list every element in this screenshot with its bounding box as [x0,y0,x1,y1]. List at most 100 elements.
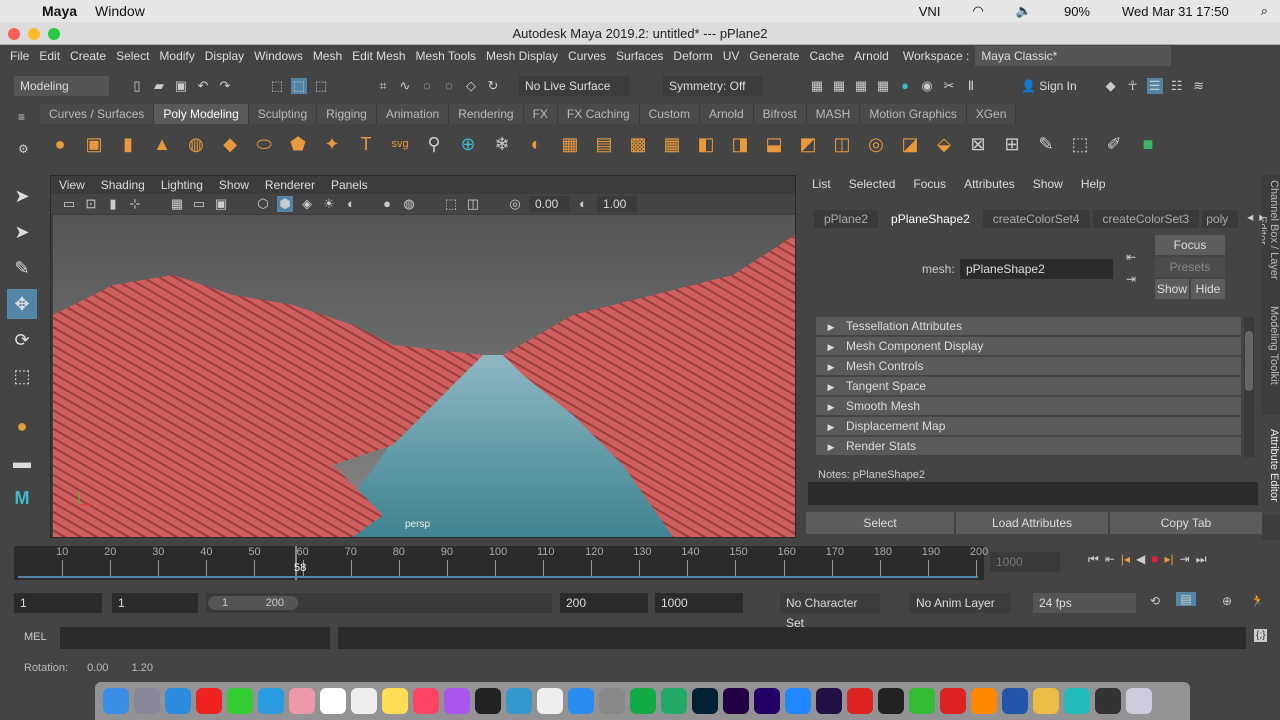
shelf-tab-fx-caching[interactable]: FX Caching [557,104,640,124]
viewport-menu-view[interactable]: View [59,178,85,192]
reminders-icon[interactable] [351,688,377,714]
menu-file[interactable]: File [10,49,29,63]
shelf-tab-xgen[interactable]: XGen [966,104,1017,124]
arnold-ipr-icon[interactable]: ✂ [941,78,957,94]
poly-sphere-icon[interactable]: ● [46,130,74,158]
3d-viewport[interactable]: persp [53,215,795,537]
anim-prefs-icon[interactable]: ⊕ [1222,594,1232,608]
safari-icon[interactable] [165,688,191,714]
camera-select-icon[interactable]: ▭ [61,196,77,212]
hypershade-icon[interactable]: ● [897,78,913,94]
render-view-icon[interactable]: ▦ [809,78,825,94]
word-icon[interactable] [1002,688,1028,714]
exposure-field[interactable]: 0.00 [529,196,569,212]
render-settings-icon[interactable]: ▦ [875,78,891,94]
minimize-button[interactable] [28,28,40,40]
shelf-tab-sculpting[interactable]: Sculpting [248,104,318,124]
workspace-dropdown[interactable]: Maya Classic* [975,46,1172,66]
viewport-menu-lighting[interactable]: Lighting [161,178,203,192]
skype-icon[interactable] [258,688,284,714]
ae-tab-pplaneshape2[interactable]: pPlaneShape2 [881,210,980,228]
save-scene-icon[interactable]: ▣ [173,78,189,94]
photoshop-icon[interactable] [692,688,718,714]
shelf-tab-animation[interactable]: Animation [376,104,450,124]
screen-icon[interactable] [1095,688,1121,714]
ae-tab-createcolorset3[interactable]: createColorSet3 [1092,210,1200,228]
viewport-menu-panels[interactable]: Panels [331,178,368,192]
wireframe-icon[interactable]: ⬡ [255,196,271,212]
last-tool-icon[interactable]: ● [7,411,37,441]
poly-disc-icon[interactable]: ⬭ [250,130,278,158]
load-attributes-button[interactable]: Load Attributes [956,512,1108,534]
smooth-shade-icon[interactable]: ⬢ [277,196,293,212]
fill-hole-icon[interactable]: ◫ [828,130,856,158]
layout-icon[interactable]: ▬ [7,447,37,477]
shelf-tab-rendering[interactable]: Rendering [449,104,524,124]
poly-cube-icon[interactable]: ▣ [80,130,108,158]
acrobat-icon[interactable] [847,688,873,714]
channel-box-icon[interactable]: ≋ [1191,78,1207,94]
section-displacement-map[interactable]: ▶ Displacement Map [816,417,1241,435]
snowflake-icon[interactable]: ❄ [488,130,516,158]
new-scene-icon[interactable]: ▯ [129,78,145,94]
pdf-icon[interactable] [940,688,966,714]
bookmark-icon[interactable]: ▮ [105,196,121,212]
poly-cone-icon[interactable]: ▲ [148,130,176,158]
chrome-icon[interactable] [1033,688,1059,714]
notes-icon[interactable] [382,688,408,714]
menu-edit-mesh[interactable]: Edit Mesh [352,49,405,63]
snap-surface-icon[interactable]: ◇ [463,78,479,94]
wifi-icon[interactable]: ◠ [972,3,983,19]
poly-torus-icon[interactable]: ◍ [182,130,210,158]
ambient-occlusion-icon[interactable]: ● [379,196,395,212]
side-tab-modeling-toolkit[interactable]: Modeling Toolkit [1262,295,1280,395]
human-ik-icon[interactable]: ☥ [1125,78,1141,94]
shadows-icon[interactable]: ◐ [343,196,359,212]
ae-menu-help[interactable]: Help [1081,177,1106,191]
loop-icon[interactable]: ⟲ [1150,594,1160,608]
tool-settings-icon[interactable]: ☷ [1169,78,1185,94]
edge-loop-icon[interactable]: ⊞ [998,130,1026,158]
ae-scrollbar[interactable] [1244,317,1254,457]
camera-attributes-icon[interactable]: ⊡ [83,196,99,212]
ae-tab-createcolorset4[interactable]: createColorSet4 [982,210,1090,228]
current-time-field[interactable]: 1000 [990,552,1060,572]
shelf-tab-bifrost[interactable]: Bifrost [753,104,807,124]
viewport-menu-show[interactable]: Show [219,178,249,192]
section-smooth-mesh[interactable]: ▶ Smooth Mesh [816,397,1241,415]
combine-icon[interactable]: ◐ [522,130,550,158]
super-shape-icon[interactable]: ✦ [318,130,346,158]
input-source[interactable]: VNI [919,4,941,19]
step-back-key-icon[interactable]: ⇤ [1105,552,1115,567]
shelf-tab-rigging[interactable]: Rigging [317,104,377,124]
after-effects-icon[interactable] [723,688,749,714]
end-time-field[interactable]: 1000 [655,593,743,613]
ae-tab-pplane2[interactable]: pPlane2 [814,210,879,228]
script-editor-icon[interactable]: {;} [1254,629,1268,642]
platonic-solid-icon[interactable]: ⬟ [284,130,312,158]
finder-icon[interactable] [103,688,129,714]
extract-icon[interactable]: ▤ [590,130,618,158]
anim-layer-dropdown[interactable]: No Anim Layer [910,593,1010,613]
redo-icon[interactable]: ↷ [217,78,233,94]
show-button[interactable]: Show [1155,279,1189,299]
shelf-tab-mash[interactable]: MASH [806,104,861,124]
maya-dock-icon[interactable] [1064,688,1090,714]
poly-plane-icon[interactable]: ◆ [216,130,244,158]
select-object-icon[interactable]: ⬚ [291,78,307,94]
clock[interactable]: Wed Mar 31 17:50 [1122,4,1229,19]
film-gate-icon[interactable]: ▭ [191,196,207,212]
textedit-icon[interactable] [537,688,563,714]
select-button[interactable]: Select [806,512,954,534]
uv-editor-icon[interactable]: ⊕ [454,130,482,158]
snap-view-icon[interactable]: ◌ [441,78,457,94]
photos-icon[interactable] [289,688,315,714]
ae-menu-show[interactable]: Show [1033,177,1063,191]
menu-arnold[interactable]: Arnold [854,49,889,63]
shelf-tab-fx[interactable]: FX [523,104,558,124]
calendar-icon[interactable] [320,688,346,714]
gamma-icon[interactable]: ◐ [575,196,591,212]
select-component-icon[interactable]: ⬚ [313,78,329,94]
uv-layout-icon[interactable]: ■ [1134,130,1162,158]
snap-point-icon[interactable]: ◌ [419,78,435,94]
